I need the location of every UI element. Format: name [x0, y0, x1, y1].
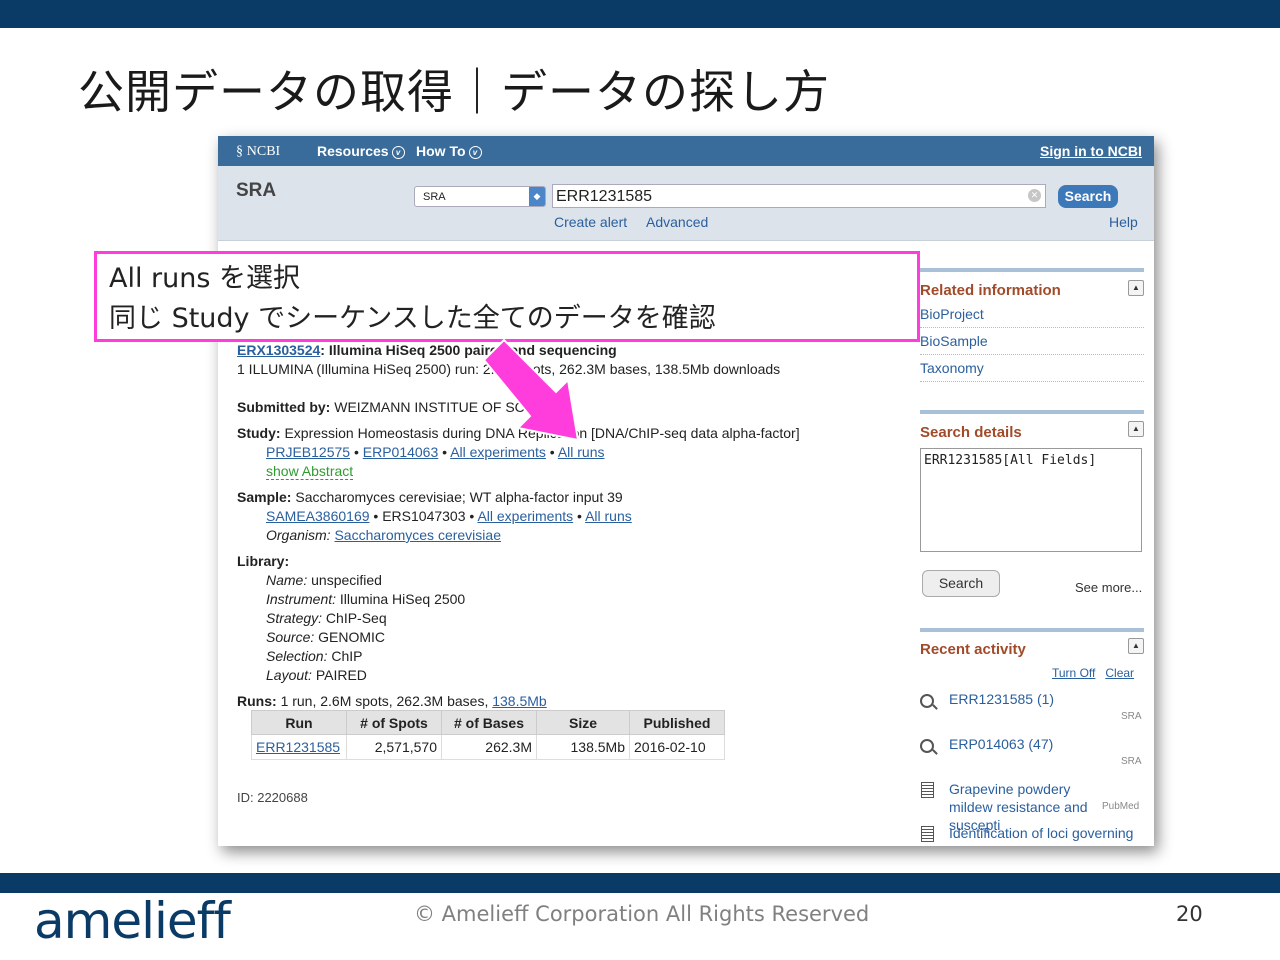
see-more-link[interactable]: See more...	[1075, 580, 1142, 595]
related-taxonomy-link[interactable]: Taxonomy	[920, 360, 1144, 382]
page-number: 20	[1176, 902, 1203, 926]
library-label: Library:	[237, 553, 290, 569]
copyright-text: © Amelieff Corporation All Rights Reserv…	[414, 902, 870, 926]
resources-menu[interactable]: Resources v	[317, 143, 405, 159]
column-header: # of Bases	[441, 710, 537, 735]
search-icon	[920, 739, 934, 753]
column-header: Run	[251, 710, 347, 735]
ncbi-logo[interactable]: § NCBI	[236, 143, 280, 160]
related-bioproject-link[interactable]: BioProject	[920, 306, 1144, 328]
ncbi-screenshot: § NCBI Resources v How To v Sign in to NCB…	[218, 136, 1154, 846]
ncbi-nav-bar: § NCBI Resources v How To v Sign in to NCB…	[218, 136, 1154, 166]
table-row: ERR1231585 2,571,570 262.3M 138.5Mb 2016…	[251, 734, 725, 760]
experiment-link[interactable]: ERX1303524	[237, 342, 320, 358]
document-icon	[921, 782, 934, 798]
search-button[interactable]: Search	[1058, 185, 1118, 208]
library-strategy: Strategy: ChIP-Seq	[266, 610, 387, 626]
recent-item[interactable]: ERP014063 (47)	[949, 736, 1139, 752]
column-header: # of Spots	[346, 710, 442, 735]
sample-line: Sample: Saccharomyces cerevisiae; WT alp…	[237, 489, 623, 505]
recent-item-source: SRA	[1121, 756, 1142, 767]
sample-all-runs-link[interactable]: All runs	[585, 508, 632, 524]
collapse-icon[interactable]: ▲	[1128, 421, 1144, 437]
select-arrow-icon: ◆	[529, 187, 545, 206]
collapse-icon[interactable]: ▲	[1128, 638, 1144, 654]
column-header: Size	[536, 710, 630, 735]
chevron-down-icon: v	[468, 146, 482, 159]
run-link[interactable]: ERR1231585	[256, 739, 340, 755]
recent-item[interactable]: ERR1231585 (1)	[949, 691, 1139, 707]
turn-off-link[interactable]: Turn Off	[1052, 666, 1095, 680]
biosample-link[interactable]: SAMEA3860169	[266, 508, 370, 524]
show-abstract-link[interactable]: show Abstract	[266, 463, 354, 480]
clear-icon[interactable]: ✕	[1028, 189, 1041, 202]
library-source: Source: GENOMIC	[266, 629, 386, 645]
recent-item-source: PubMed	[1102, 801, 1140, 812]
create-alert-link[interactable]: Create alert	[554, 214, 627, 230]
company-logo: amelieff	[34, 892, 231, 950]
document-icon	[921, 826, 934, 842]
record-id: ID: 2220688	[237, 790, 308, 805]
recent-activity-title: Recent activity	[920, 641, 1026, 658]
search-icon	[920, 694, 934, 708]
database-select[interactable]: SRA ◆	[414, 186, 546, 207]
library-selection: Selection: ChIP	[266, 648, 363, 664]
runs-download-link[interactable]: 138.5Mb	[492, 693, 546, 709]
recent-item-source: SRA	[1121, 711, 1142, 722]
search-input[interactable]: ERR1231585	[552, 184, 1046, 208]
related-info-title: Related information	[920, 282, 1061, 299]
abstract-toggle-row: show Abstract	[266, 463, 354, 480]
search-details-title: Search details	[920, 424, 1022, 441]
table-cell: 262.3M	[441, 734, 537, 760]
library-instrument: Instrument: Illumina HiSeq 2500	[266, 591, 466, 607]
sample-all-experiments-link[interactable]: All experiments	[477, 508, 573, 524]
recent-item[interactable]: Identification of loci governing	[949, 825, 1149, 841]
organism-link[interactable]: Saccharomyces cerevisiae	[334, 527, 501, 543]
panel-divider	[920, 410, 1144, 414]
advanced-link[interactable]: Advanced	[646, 214, 708, 230]
slide-title: 公開データの取得｜データの探し方	[78, 65, 830, 119]
search-details-textarea[interactable]: ERR1231585[All Fields]	[920, 448, 1142, 552]
runs-table: Run # of Spots # of Bases Size Published…	[251, 710, 725, 760]
recent-controls: Turn Off Clear	[1052, 666, 1134, 680]
panel-divider	[920, 628, 1144, 632]
signin-link[interactable]: Sign in to NCBI	[1040, 143, 1142, 159]
runs-line: Runs: 1 run, 2.6M spots, 262.3M bases, 1…	[237, 693, 547, 709]
collapse-icon[interactable]: ▲	[1128, 280, 1144, 296]
callout-line-1: All runs を選択	[109, 263, 301, 294]
library-layout: Layout: PAIRED	[266, 667, 367, 683]
clear-link[interactable]: Clear	[1105, 666, 1134, 680]
db-name: SRA	[236, 180, 277, 201]
slide-bottom-bar	[0, 873, 1280, 893]
helix-icon: §	[236, 144, 243, 159]
details-search-button[interactable]: Search	[922, 570, 1000, 597]
study-accession-link[interactable]: ERP014063	[363, 444, 439, 460]
bioproject-link[interactable]: PRJEB12575	[266, 444, 350, 460]
table-cell: 2016-02-10	[629, 734, 725, 760]
slide-top-bar	[0, 0, 1280, 28]
related-biosample-link[interactable]: BioSample	[920, 333, 1144, 355]
table-cell: 2,571,570	[346, 734, 442, 760]
column-header: Published	[629, 710, 725, 735]
search-band: SRA SRA ◆ ERR1231585 ✕ Search Create aler…	[218, 166, 1154, 241]
help-link[interactable]: Help	[1109, 214, 1138, 230]
pointer-arrow-icon	[482, 338, 580, 442]
table-header-row: Run # of Spots # of Bases Size Published	[251, 710, 725, 735]
sample-links: SAMEA3860169 • ERS1047303 • All experime…	[266, 508, 632, 524]
howto-menu[interactable]: How To v	[416, 143, 482, 159]
callout-box: All runs を選択 同じ Study でシーケンスした全てのデータを確認	[94, 251, 920, 342]
panel-divider	[920, 268, 1144, 272]
library-name: Name: unspecified	[266, 572, 382, 588]
table-cell: 138.5Mb	[536, 734, 630, 760]
chevron-down-icon: v	[391, 146, 405, 159]
organism-line: Organism: Saccharomyces cerevisiae	[266, 527, 501, 543]
